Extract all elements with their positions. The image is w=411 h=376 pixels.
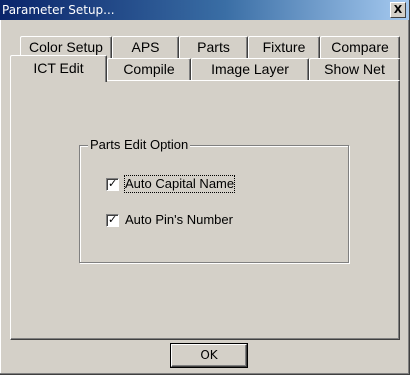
- checkmark-icon: ✓: [108, 212, 118, 226]
- tab-ict-edit[interactable]: ICT Edit: [10, 55, 107, 82]
- auto-pins-number-label[interactable]: Auto Pin's Number: [125, 212, 233, 228]
- tab-compile[interactable]: Compile: [107, 58, 191, 80]
- tab-panel-ict-edit: Parts Edit Option ✓ Auto Capital Name ✓ …: [10, 80, 400, 340]
- parts-edit-option-group: Parts Edit Option ✓ Auto Capital Name ✓ …: [79, 137, 349, 263]
- checkmark-icon: ✓: [108, 176, 118, 190]
- tab-fixture[interactable]: Fixture: [248, 36, 320, 58]
- tab-image-layer[interactable]: Image Layer: [191, 58, 309, 80]
- tab-compare[interactable]: Compare: [320, 36, 400, 58]
- auto-capital-name-label[interactable]: Auto Capital Name: [123, 175, 236, 193]
- auto-pins-number-checkbox[interactable]: ✓: [106, 212, 119, 227]
- window-title: Parameter Setup...: [2, 3, 115, 17]
- tab-parts[interactable]: Parts: [179, 36, 248, 58]
- tab-aps[interactable]: APS: [112, 36, 179, 58]
- parameter-setup-dialog: Parameter Setup... X Color Setup APS Par…: [0, 0, 410, 375]
- ok-button[interactable]: OK: [171, 344, 247, 367]
- auto-capital-name-option[interactable]: ✓ Auto Capital Name: [106, 175, 236, 193]
- group-legend: Parts Edit Option: [88, 137, 191, 153]
- title-bar[interactable]: Parameter Setup... X: [0, 0, 409, 20]
- close-button[interactable]: X: [390, 2, 406, 18]
- tab-show-net[interactable]: Show Net: [309, 58, 400, 80]
- auto-capital-name-checkbox[interactable]: ✓: [106, 176, 119, 191]
- auto-pins-number-option[interactable]: ✓ Auto Pin's Number: [106, 212, 233, 228]
